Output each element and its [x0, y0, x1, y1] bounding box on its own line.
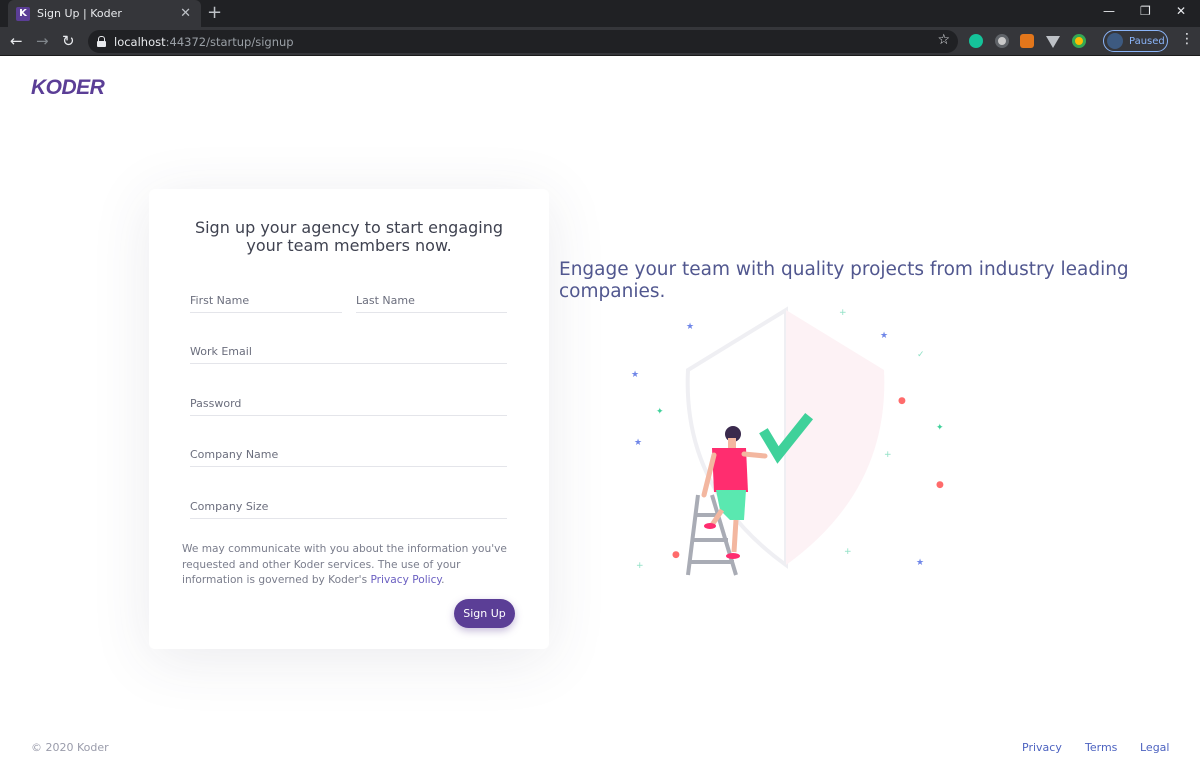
- browser-toolbar: ← → ↻ localhost:44372/startup/signup ☆ P…: [0, 27, 1200, 56]
- minimize-icon[interactable]: —: [1103, 4, 1115, 18]
- company-name-field: [190, 437, 507, 467]
- work-email-input[interactable]: [190, 334, 507, 362]
- company-name-input[interactable]: [190, 437, 507, 465]
- reload-icon[interactable]: ↻: [62, 31, 75, 51]
- svg-text:+: +: [884, 450, 892, 460]
- close-tab-icon[interactable]: ✕: [180, 6, 191, 21]
- last-name-field: [356, 283, 507, 313]
- svg-text:●: ●: [672, 550, 680, 560]
- last-name-input[interactable]: [356, 283, 507, 311]
- record-extension-icon[interactable]: [995, 34, 1009, 48]
- footer-link-privacy[interactable]: Privacy: [1022, 741, 1062, 754]
- disclaimer-text: We may communicate with you about the in…: [182, 543, 507, 586]
- footer-link-legal[interactable]: Legal: [1140, 741, 1169, 754]
- privacy-disclaimer: We may communicate with you about the in…: [182, 542, 522, 589]
- privacy-policy-link[interactable]: Privacy Policy: [370, 574, 441, 586]
- lock-icon: [97, 36, 106, 47]
- vue-devtools-extension-icon[interactable]: [1046, 36, 1060, 48]
- svg-text:★: ★: [916, 558, 924, 568]
- koder-favicon-icon: K: [16, 6, 30, 21]
- url-text: localhost:44372/startup/signup: [114, 35, 294, 49]
- disclaimer-end: .: [441, 574, 445, 586]
- bookmark-star-icon[interactable]: ☆: [937, 32, 950, 48]
- sign-up-button[interactable]: Sign Up: [454, 599, 515, 628]
- svg-text:✦: ✦: [936, 423, 944, 433]
- browser-tab[interactable]: K Sign Up | Koder ✕: [8, 0, 201, 27]
- signup-card: Sign up your agency to start engaging yo…: [149, 189, 549, 649]
- svg-text:●: ●: [936, 480, 944, 490]
- forward-icon[interactable]: →: [36, 31, 49, 51]
- svg-text:●: ●: [898, 396, 906, 406]
- svg-text:★: ★: [631, 370, 639, 380]
- shield-right-half: [786, 310, 885, 565]
- browser-menu-icon[interactable]: ⋮: [1180, 31, 1194, 47]
- close-window-icon[interactable]: ✕: [1176, 4, 1186, 18]
- chrome-extension-icon[interactable]: [1072, 34, 1086, 48]
- svg-text:+: +: [636, 561, 644, 571]
- company-size-field: [190, 489, 507, 519]
- address-bar[interactable]: localhost:44372/startup/signup ☆: [88, 30, 958, 53]
- new-tab-icon[interactable]: +: [207, 3, 222, 23]
- company-size-input[interactable]: [190, 489, 507, 517]
- back-icon[interactable]: ←: [10, 31, 23, 51]
- grammarly-extension-icon[interactable]: [969, 34, 983, 48]
- svg-text:★: ★: [686, 322, 694, 332]
- shield-illustration: ★ + ★ ✓ ★ ✦ ● ★ ✦ + ● ● + + ★: [631, 306, 944, 576]
- logo-text: KODER: [31, 76, 106, 99]
- restore-icon[interactable]: ❐: [1140, 4, 1151, 18]
- avatar: [1107, 33, 1123, 49]
- browser-tab-bar: K Sign Up | Koder ✕ + — ❐ ✕: [0, 0, 1200, 27]
- form-title: Sign up your agency to start engaging yo…: [194, 218, 504, 255]
- svg-text:✦: ✦: [656, 407, 664, 417]
- profile-status: Paused: [1129, 35, 1165, 47]
- password-input[interactable]: [190, 386, 507, 414]
- koder-logo[interactable]: KODER: [31, 74, 111, 100]
- url-host: localhost: [114, 34, 166, 49]
- copyright-text: © 2020 Koder: [31, 741, 109, 754]
- tab-title: Sign Up | Koder: [37, 7, 122, 20]
- first-name-input[interactable]: [190, 283, 342, 311]
- first-name-field: [190, 283, 342, 313]
- svg-text:★: ★: [880, 331, 888, 341]
- work-email-field: [190, 334, 507, 364]
- profile-button[interactable]: Paused: [1103, 30, 1168, 52]
- svg-text:+: +: [844, 547, 852, 557]
- metamask-extension-icon[interactable]: [1020, 34, 1034, 48]
- svg-text:✓: ✓: [917, 350, 925, 360]
- password-field: [190, 386, 507, 416]
- svg-text:★: ★: [634, 438, 642, 448]
- url-path: :44372/startup/signup: [165, 34, 294, 49]
- svg-text:+: +: [839, 308, 847, 318]
- footer-link-terms[interactable]: Terms: [1085, 741, 1117, 754]
- hero-tagline: Engage your team with quality projects f…: [559, 259, 1129, 302]
